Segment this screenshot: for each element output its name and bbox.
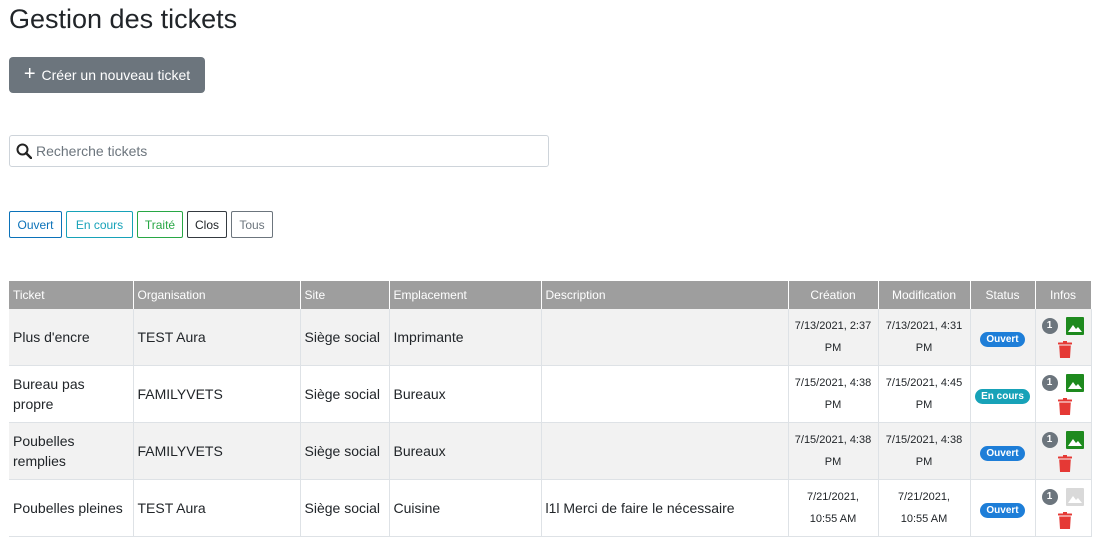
modification-time: PM [915,399,933,411]
creation-time: PM [824,456,842,468]
cell-modification: 7/15/2021, 4:45 PM [878,365,971,423]
cell-creation: 7/13/2021, 2:37 PM [788,309,879,366]
cell-organisation: TEST Aura [133,479,301,537]
cell-site: Siège social [300,365,390,423]
cell-status: Ouvert [970,479,1036,537]
filter-tous[interactable]: Tous [231,211,273,238]
plus-icon: + [23,63,36,85]
cell-creation: 7/21/2021, 10:55 AM [788,479,879,537]
modification-date: 7/15/2021, 4:45 [885,377,963,389]
header-description[interactable]: Description [541,281,789,309]
cell-emplacement: Imprimante [389,309,542,366]
creation-date: 7/15/2021, 4:38 [794,434,872,446]
search-input[interactable] [36,143,516,159]
cell-infos: 1 [1035,479,1092,537]
cell-description: l1l Merci de faire le nécessaire [541,479,789,537]
table-header-row: Ticket Organisation Site Emplacement Des… [9,281,1092,309]
cell-site: Siège social [300,422,390,480]
status-badge: Ouvert [980,332,1025,347]
modification-date: 7/21/2021, [898,491,950,503]
comment-count-badge[interactable]: 1 [1041,489,1058,505]
header-modification[interactable]: Modification [878,281,971,309]
image-icon[interactable] [1065,317,1084,335]
cell-emplacement: Bureaux [389,422,542,480]
table-row[interactable]: Poubelles pleines TEST Aura Siège social Cu… [9,479,1092,537]
cell-ticket: Bureau pas propre [9,365,134,423]
cell-ticket: Plus d'encre [9,309,134,366]
cell-modification: 7/21/2021, 10:55 AM [878,479,971,537]
trash-icon[interactable] [1057,398,1072,415]
cell-creation: 7/15/2021, 4:38 PM [788,365,879,423]
filter-en-cours[interactable]: En cours [66,211,133,238]
cell-ticket: Poubelles remplies [9,422,134,480]
comment-count-badge[interactable]: 1 [1041,432,1058,448]
header-site[interactable]: Site [300,281,390,309]
page-title: Gestion des tickets [9,4,238,34]
cell-creation: 7/15/2021, 4:38 PM [788,422,879,480]
header-infos: Infos [1035,281,1092,309]
comment-count-badge[interactable]: 1 [1041,318,1058,334]
header-creation[interactable]: Création [788,281,879,309]
trash-icon[interactable] [1057,512,1072,529]
cell-description [541,309,789,366]
modification-date: 7/15/2021, 4:38 [885,434,963,446]
trash-icon[interactable] [1057,455,1072,472]
image-icon[interactable] [1065,431,1084,449]
header-status[interactable]: Status [970,281,1036,309]
header-organisation[interactable]: Organisation [133,281,301,309]
cell-organisation: FAMILYVETS [133,422,301,480]
header-ticket[interactable]: Ticket [9,281,134,309]
modification-time: PM [915,342,933,354]
comment-count-badge[interactable]: 1 [1041,375,1058,391]
new-ticket-label: Créer un nouveau ticket [41,67,191,83]
search-box [9,135,549,167]
new-ticket-button[interactable]: + Créer un nouveau ticket [9,57,205,93]
table-row[interactable]: Plus d'encre TEST Aura Siège social Imprima… [9,309,1092,366]
search-icon [16,143,32,159]
creation-date: 7/13/2021, 2:37 [794,320,872,332]
cell-status: En cours [970,365,1036,423]
header-emplacement[interactable]: Emplacement [389,281,542,309]
image-icon[interactable] [1065,374,1084,392]
cell-organisation: TEST Aura [133,309,301,366]
status-badge: Ouvert [980,446,1025,461]
cell-description [541,365,789,423]
cell-emplacement: Cuisine [389,479,542,537]
cell-emplacement: Bureaux [389,365,542,423]
cell-infos: 1 [1035,365,1092,423]
cell-modification: 7/13/2021, 4:31 PM [878,309,971,366]
table-row[interactable]: Bureau pas propre FAMILYVETS Siège social B… [9,365,1092,423]
cell-infos: 1 [1035,309,1092,366]
cell-organisation: FAMILYVETS [133,365,301,423]
table-row[interactable]: Poubelles remplies FAMILYVETS Siège social… [9,422,1092,480]
filter-ouvert[interactable]: Ouvert [9,211,62,238]
modification-date: 7/13/2021, 4:31 [885,320,963,332]
status-filters: Ouvert En cours Traité Clos Tous [9,211,273,238]
creation-date: 7/15/2021, 4:38 [794,377,872,389]
trash-icon[interactable] [1057,341,1072,358]
cell-status: Ouvert [970,422,1036,480]
cell-infos: 1 [1035,422,1092,480]
cell-modification: 7/15/2021, 4:38 PM [878,422,971,480]
cell-site: Siège social [300,479,390,537]
tickets-table: Ticket Organisation Site Emplacement Des… [9,281,1092,537]
cell-description [541,422,789,480]
status-badge: En cours [975,389,1030,404]
creation-time: PM [824,342,842,354]
modification-time: 10:55 AM [900,513,948,525]
cell-ticket: Poubelles pleines [9,479,134,537]
filter-clos[interactable]: Clos [187,211,227,238]
filter-traite[interactable]: Traité [137,211,183,238]
image-icon[interactable] [1065,488,1084,506]
creation-time: PM [824,399,842,411]
creation-date: 7/21/2021, [807,491,859,503]
cell-site: Siège social [300,309,390,366]
modification-time: PM [915,456,933,468]
cell-status: Ouvert [970,309,1036,366]
status-badge: Ouvert [980,503,1025,518]
creation-time: 10:55 AM [809,513,857,525]
